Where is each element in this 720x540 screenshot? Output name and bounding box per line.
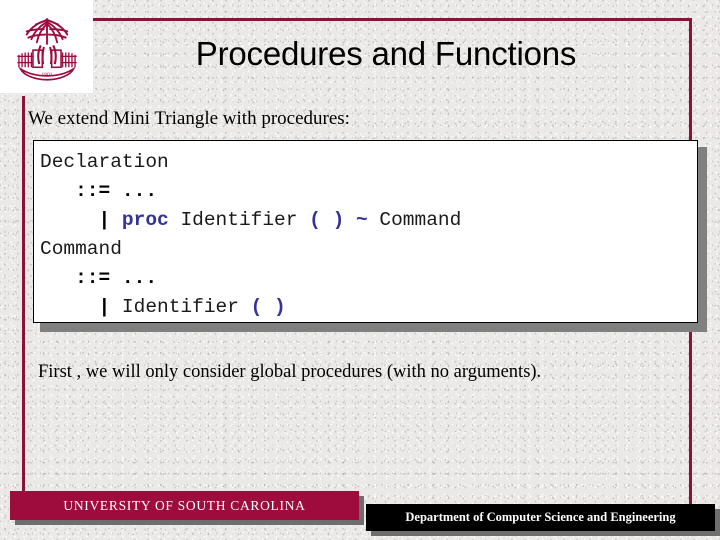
code-command-ellipsis: ... (121, 267, 158, 289)
code-alt-bar-1: | (98, 209, 111, 231)
code-command-lhs: Command (40, 238, 122, 260)
code-identifier-2: Identifier (121, 296, 239, 318)
code-tilde-op: ~ (355, 209, 368, 231)
code-command-assign-op: ::= (75, 267, 111, 289)
slide-canvas: 1801 Procedures and Functions We extend … (0, 0, 720, 540)
svg-text:1801: 1801 (41, 71, 52, 77)
university-banner: UNIVERSITY OF SOUTH CAROLINA (10, 491, 359, 520)
intro-text: We extend Mini Triangle with procedures: (28, 108, 350, 129)
code-parens-1: ( ) (309, 209, 345, 231)
closing-text: First , we will only consider global pro… (38, 362, 542, 382)
code-parens-2: ( ) (250, 296, 286, 318)
code-decl-assign-op: ::= (75, 180, 111, 202)
usc-palmetto-tree-logo: 1801 (0, 0, 93, 93)
frame-left-rule (22, 96, 25, 500)
frame-top-rule (78, 18, 692, 21)
page-title: Procedures and Functions (195, 35, 577, 72)
grammar-code-block: Declaration ::= ... | proc Identifier ( … (33, 140, 698, 323)
code-alt-bar-2: | (98, 296, 111, 318)
code-identifier-1: Identifier (180, 209, 298, 231)
department-banner: Department of Computer Science and Engin… (366, 504, 715, 531)
code-keyword-proc: proc (121, 209, 169, 231)
code-decl-lhs: Declaration (40, 151, 169, 173)
code-decl-ellipsis: ... (121, 180, 158, 202)
code-command-tail: Command (379, 209, 462, 231)
